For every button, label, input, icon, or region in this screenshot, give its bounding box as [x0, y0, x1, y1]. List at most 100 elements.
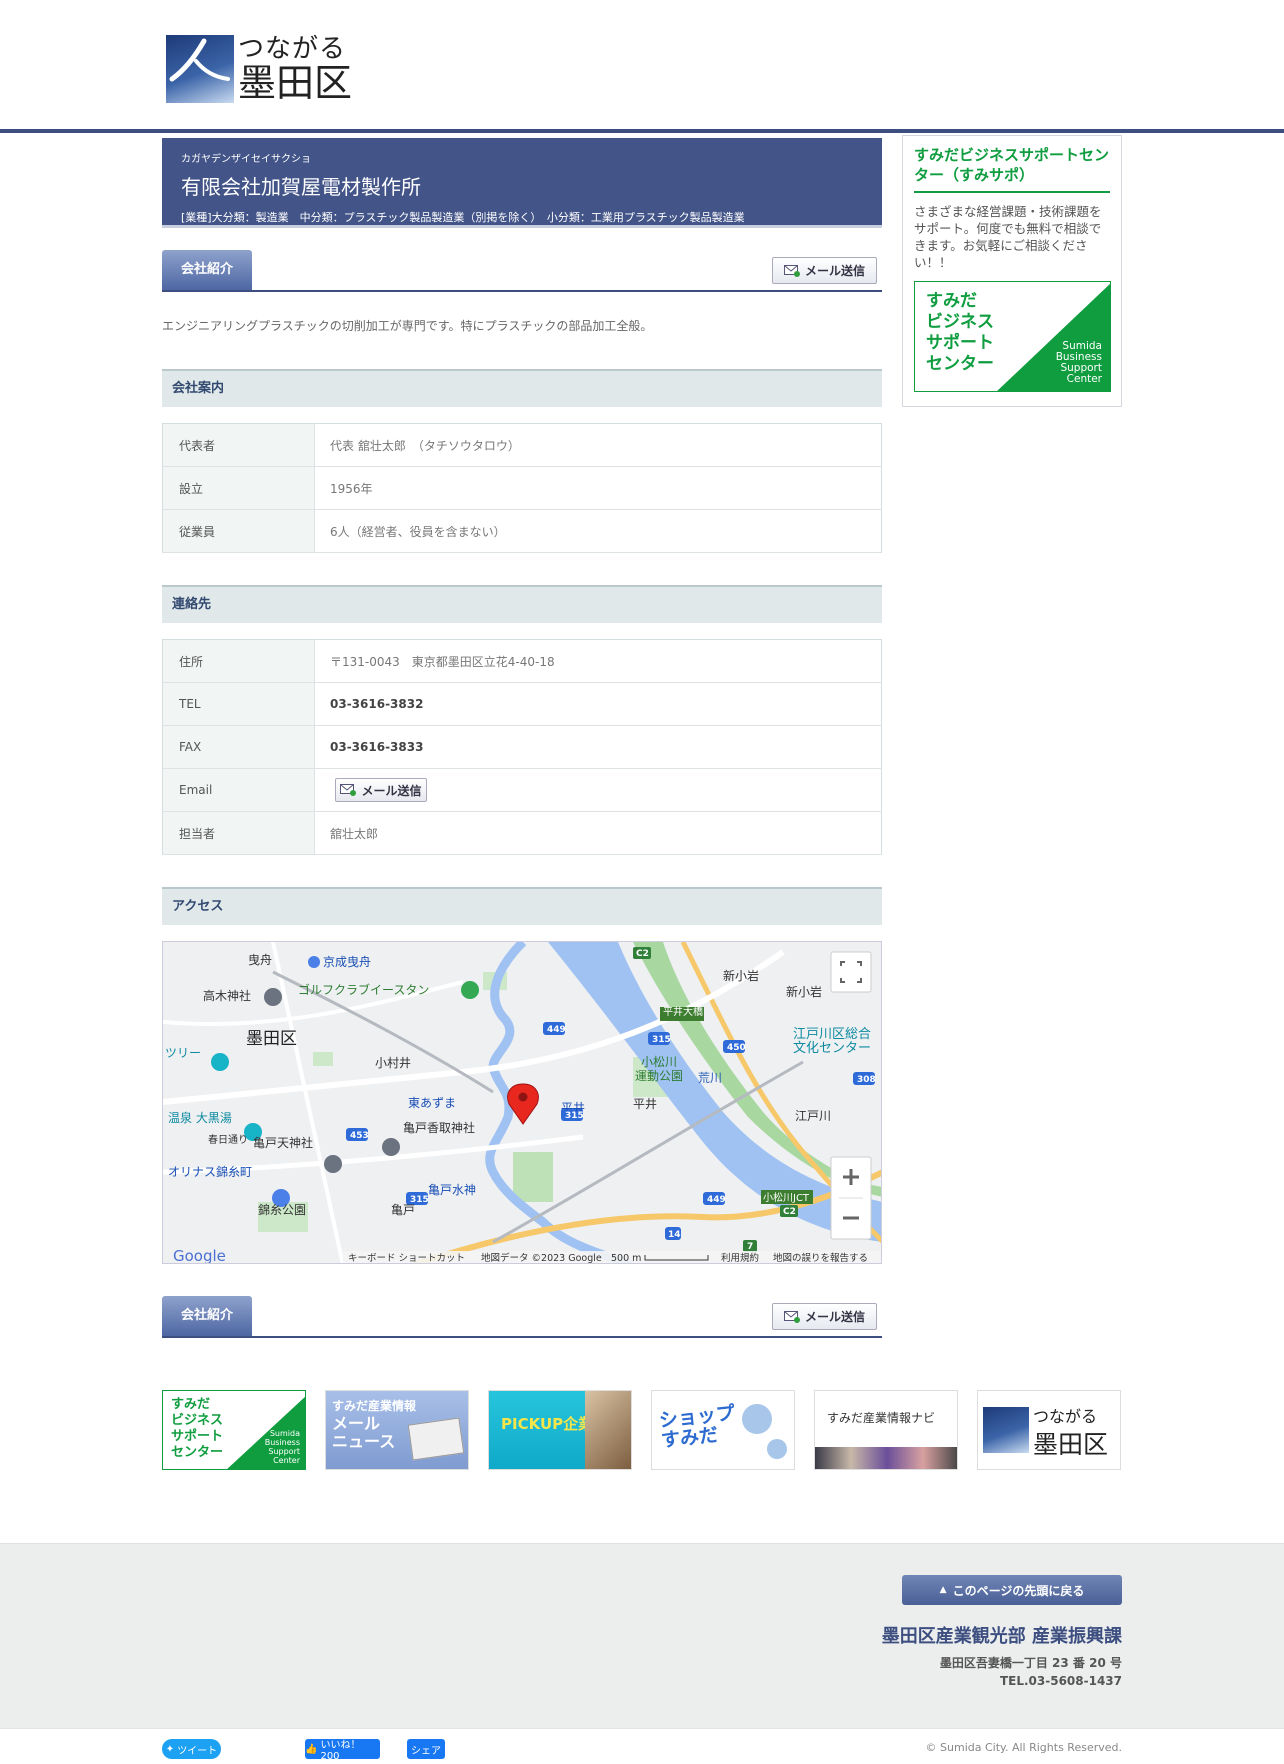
row-label: 代表者	[162, 423, 315, 467]
row-value: 代表 舘壮太郎 （タチソウタロウ）	[314, 423, 882, 467]
sidebar-text: さまざまな経営課題・技術課題をサポート。何度でも無料で相談できます。お気軽にご相…	[914, 204, 1102, 270]
contact-table: 住所 〒131-0043 東京都墨田区立花4-40-18 TEL 03-3616…	[162, 639, 882, 855]
site-header: つながる 墨田区	[0, 0, 1284, 133]
logo-line2: 墨田区	[238, 61, 353, 105]
map-label-hirai-bridge: 平井大橋	[663, 1005, 703, 1018]
map-scale: 500 m	[611, 1253, 641, 1264]
banner-mail-news[interactable]: すみだ産業情報 メール ニュース	[325, 1390, 469, 1470]
map-label-shinkoiwa-station: 新小岩	[723, 968, 759, 983]
fax-value: 03-3616-3833	[314, 725, 882, 769]
svg-text:文化センター: 文化センター	[793, 1041, 871, 1056]
google-logo: Google	[173, 1247, 226, 1264]
table-row: Email メール送信	[162, 768, 882, 812]
map-label-keisei: 京成曳舟	[323, 955, 371, 969]
company-intro-text: エンジニアリングプラスチックの切削加工が専門です。特にプラスチックの部品加工全般…	[162, 319, 653, 333]
back-to-top-button[interactable]: ▲ このページの先頭に戻る	[902, 1575, 1122, 1605]
route-308: 308	[857, 1075, 876, 1085]
email-mail-button[interactable]: メール送信	[335, 778, 427, 802]
map-fullscreen-button[interactable]	[830, 951, 872, 993]
company-info-table: 代表者 代表 舘壮太郎 （タチソウタロウ） 設立 1956年 従業員 6人（経営…	[162, 423, 882, 553]
like-button[interactable]: 👍 いいね！ 200	[305, 1739, 380, 1762]
svg-text:運動公園: 運動公園	[635, 1069, 683, 1083]
table-row: TEL 03-3616-3832	[162, 682, 882, 726]
person-value: 舘壮太郎	[314, 811, 882, 855]
footer-tel: TEL.03-5608-1437	[999, 1674, 1122, 1688]
copyright: © Sumida City. All Rights Reserved.	[925, 1741, 1122, 1754]
back-to-top-label: このページの先頭に戻る	[952, 1583, 1085, 1598]
banner-tsunagaru[interactable]: つながる 墨田区	[977, 1390, 1121, 1470]
banner-tsunagaru-2: 墨田区	[1033, 1430, 1109, 1459]
route-315-b: 315	[565, 1111, 584, 1121]
map-label-olinas: オリナス錦糸町	[168, 1164, 252, 1179]
tsunagaru-mark-icon	[983, 1407, 1029, 1453]
map-label-kasuga: 春日通り	[208, 1134, 248, 1146]
sidebar-title[interactable]: すみだビジネスサポートセンター（すみサポ）	[914, 145, 1110, 193]
tab-company-intro-bottom[interactable]: 会社紹介	[162, 1296, 252, 1336]
map-label-edogawa-center: 江戸川区総合	[793, 1027, 871, 1042]
footer-address-block: 墨田区吾妻橋一丁目 23 番 20 号 TEL.03-5608-1437	[940, 1654, 1122, 1690]
map-label-arakawa: 荒川	[698, 1071, 722, 1085]
map-label-golf: ゴルフクラブイースタン	[298, 982, 429, 997]
banner-pickup[interactable]: PICKUP企業	[488, 1390, 632, 1470]
row-label: 設立	[162, 466, 315, 510]
tweet-button[interactable]: ✦ ツイート	[162, 1739, 221, 1759]
map-label-katori: 亀戸香取神社	[403, 1120, 475, 1135]
banner-navi-label: すみだ産業情報ナビ	[827, 1411, 936, 1425]
banner-navi[interactable]: すみだ産業情報ナビ	[814, 1390, 958, 1470]
mail-send-label: メール送信	[804, 1310, 865, 1324]
tel-label: TEL	[162, 682, 315, 726]
address-value: 〒131-0043 東京都墨田区立花4-40-18	[314, 639, 882, 683]
route-453: 453	[350, 1131, 369, 1141]
map-label-hikifune: 曳舟	[248, 953, 272, 967]
map-label-edogawa: 江戸川	[795, 1109, 831, 1123]
arrow-up-icon: ▲	[939, 1585, 947, 1595]
map-data-credit: 地図データ ©2023 Google	[481, 1252, 602, 1264]
thumbs-up-icon: 👍	[305, 1743, 318, 1755]
banner-sbsc-jp: すみだ ビジネス サポート センター	[171, 1397, 224, 1460]
table-row: FAX 03-3616-3833	[162, 725, 882, 769]
map-label-suijin: 亀戸水神	[428, 1183, 476, 1197]
mail-send-button[interactable]: メール送信	[772, 257, 877, 284]
mail-icon	[783, 264, 800, 277]
company-info-heading: 会社案内	[162, 369, 882, 407]
tab-company-intro[interactable]: 会社紹介	[162, 250, 252, 290]
sidebar-sumisapo: すみだビジネスサポートセンター（すみサポ） さまざまな経営課題・技術課題をサポー…	[902, 135, 1122, 407]
sumisapo-banner[interactable]: すみだ ビジネス サポート センター Sumida Business Support Cen…	[914, 281, 1111, 392]
tel-value[interactable]: 03-3616-3832	[314, 682, 882, 726]
banner-sbsc[interactable]: すみだ ビジネス サポート センター Sumida Business Support Cen…	[162, 1390, 306, 1470]
company-name: 有限会社加賀屋電材製作所	[181, 175, 421, 199]
map-label-takagi: 高木神社	[203, 988, 251, 1003]
mail-send-button-bottom[interactable]: メール送信	[772, 1303, 877, 1330]
email-label: Email	[162, 768, 315, 812]
map-report[interactable]: 地図の誤りを報告する	[773, 1252, 868, 1264]
row-value: 1956年	[314, 466, 882, 510]
bird-icon: ✦	[165, 1743, 175, 1755]
address-label: 住所	[162, 639, 315, 683]
table-row: 代表者 代表 舘壮太郎 （タチソウタロウ）	[162, 423, 882, 467]
banner-shop[interactable]: ショップ すみだ	[651, 1390, 795, 1470]
route-449-b: 449	[707, 1195, 726, 1205]
access-heading: アクセス	[162, 887, 882, 925]
banner-sbsc-en: Sumida Business Support Center	[264, 1429, 300, 1465]
route-450: 450	[727, 1043, 746, 1053]
bottom-bar: ✦ ツイート 👍 いいね！ 200 シェア © Sumida City. All…	[0, 1728, 1284, 1764]
map-label-tenjin: 亀戸天神社	[253, 1135, 313, 1150]
envelope-icon	[407, 1417, 465, 1461]
banner-pickup-label: PICKUP企業	[501, 1415, 594, 1433]
company-header: カガヤデンザイセイサクショ 有限会社加賀屋電材製作所 [業種]大分類：製造業 中…	[162, 138, 882, 228]
map-label-kinshi-park: 錦糸公園	[258, 1202, 306, 1217]
person-label: 担当者	[162, 811, 315, 855]
banner-news-sub: メール ニュース	[332, 1414, 396, 1451]
row-value: 6人（経営者、役員を含まない）	[314, 509, 882, 553]
route-14: 14	[668, 1230, 681, 1240]
contact-heading: 連絡先	[162, 585, 882, 623]
mail-icon	[783, 1310, 800, 1323]
map-label-tree: ツリー	[165, 1046, 201, 1060]
site-logo[interactable]: つながる 墨田区	[166, 33, 358, 105]
tweet-label: ツイート	[177, 1745, 218, 1757]
navi-photo-strip	[815, 1447, 957, 1469]
map-keyboard-shortcuts[interactable]: キーボード ショートカット	[348, 1253, 465, 1264]
google-map[interactable]: 曳舟 京成曳舟 高木神社 ゴルフクラブイースタン 墨田区 ツリー 小村井 東あず…	[162, 941, 882, 1264]
share-button[interactable]: シェア	[407, 1739, 445, 1759]
map-terms[interactable]: 利用規約	[721, 1252, 759, 1264]
